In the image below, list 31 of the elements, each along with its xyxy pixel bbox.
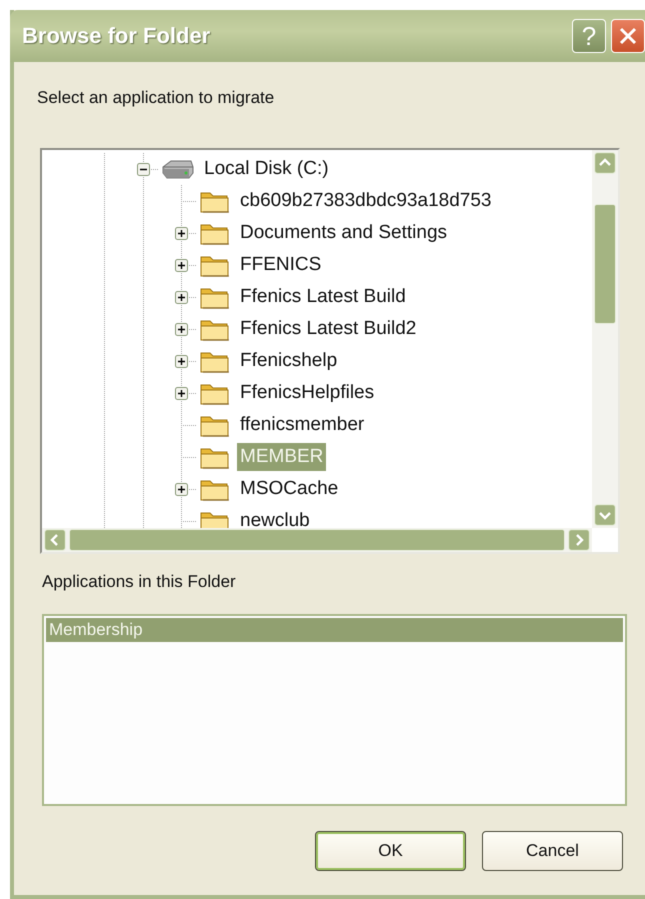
tree-item[interactable]: FfenicsHelpfiles: [237, 379, 378, 407]
tree-item[interactable]: Documents and Settings: [237, 219, 450, 247]
tree-item[interactable]: Local Disk (C:): [201, 155, 332, 183]
dialog-button[interactable]: Cancel: [482, 831, 623, 871]
tree-item[interactable]: cb609b27383dbdc93a18d753: [237, 187, 494, 215]
tree-item[interactable]: Ffenicshelp: [237, 347, 340, 375]
dialog-button[interactable]: OK: [315, 831, 466, 871]
expand-icon[interactable]: [174, 258, 188, 272]
tree-item[interactable]: Ffenics Latest Build2: [237, 315, 420, 343]
expand-icon[interactable]: [174, 322, 188, 336]
window-title: Browse for Folder: [22, 23, 212, 49]
expand-icon[interactable]: [174, 226, 188, 240]
section-label: Applications in this Folder: [42, 572, 236, 592]
expand-icon[interactable]: [174, 290, 188, 304]
scroll-thumb[interactable]: [594, 204, 616, 324]
tree-item[interactable]: MSOCache: [237, 475, 342, 503]
close-button[interactable]: [611, 19, 645, 53]
collapse-icon[interactable]: [136, 162, 150, 176]
tree-item[interactable]: FFENICS: [237, 251, 324, 279]
expand-icon[interactable]: [174, 482, 188, 496]
scroll-thumb[interactable]: [69, 529, 565, 551]
horizontal-scrollbar[interactable]: [42, 528, 592, 552]
expand-icon[interactable]: [174, 354, 188, 368]
tree-item[interactable]: newclub: [237, 507, 313, 528]
prompt-text: Select an application to migrate: [37, 88, 274, 108]
drive-icon: [161, 158, 195, 180]
tree-item[interactable]: ffenicsmember: [237, 411, 368, 439]
close-icon: [618, 26, 638, 46]
vertical-scrollbar[interactable]: [592, 150, 618, 528]
expand-icon[interactable]: [174, 386, 188, 400]
tree-item[interactable]: Ffenics Latest Build: [237, 283, 409, 311]
